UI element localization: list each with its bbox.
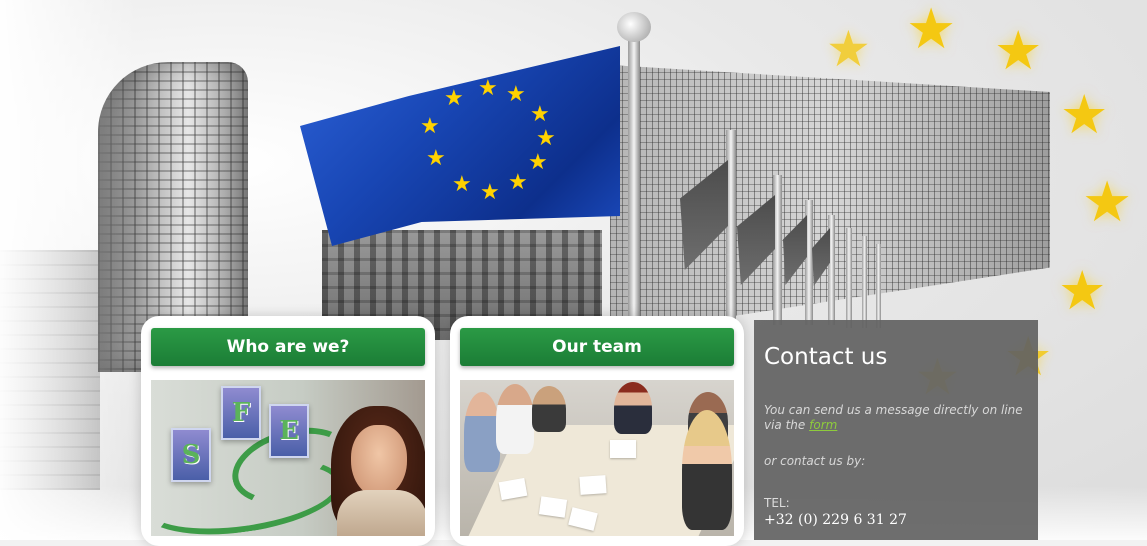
star-icon: ★ — [1082, 170, 1133, 235]
contact-title: Contact us — [764, 344, 888, 370]
person-image — [464, 392, 500, 472]
sfe-logo-block: S — [171, 428, 211, 482]
person-image — [682, 410, 732, 530]
tel-label: TEL: — [764, 496, 790, 510]
paper-image — [538, 496, 568, 518]
person-body-image — [337, 490, 425, 536]
flag-pole — [726, 130, 736, 330]
contact-form-link[interactable]: form — [809, 418, 837, 432]
sfe-logo-letter: E — [279, 416, 299, 446]
flag-pole — [628, 30, 640, 330]
who-are-we-header[interactable]: Who are we? — [151, 328, 425, 366]
flag-pole-cap — [617, 12, 651, 42]
star-icon: ★ — [508, 170, 528, 195]
flag-pole — [846, 228, 852, 328]
contact-message: You can send us a message directly on li… — [764, 403, 1024, 433]
flag-pole — [876, 244, 881, 328]
contact-alternative-text: or contact us by: — [764, 454, 866, 468]
star-icon: ★ — [530, 102, 550, 127]
person-image — [496, 384, 534, 454]
star-icon: ★ — [1060, 83, 1109, 146]
star-icon: ★ — [452, 172, 472, 197]
sfe-logo-letter: F — [231, 398, 251, 428]
contact-message-text: You can send us a message directly on li… — [764, 403, 1023, 432]
our-team-card[interactable]: Our team — [450, 316, 744, 546]
paper-image — [610, 440, 636, 458]
who-are-we-title[interactable]: Who are we? — [227, 337, 350, 357]
side-building-image — [0, 250, 100, 490]
contact-panel: Contact us You can send us a message dir… — [754, 320, 1038, 540]
star-icon: ★ — [536, 126, 556, 151]
star-icon: ★ — [528, 150, 548, 175]
star-icon: ★ — [906, 0, 957, 62]
sfe-logo-block: F — [221, 386, 261, 440]
star-icon: ★ — [506, 82, 526, 107]
who-are-we-card[interactable]: Who are we? S F E — [141, 316, 435, 546]
person-image — [614, 382, 652, 434]
person-image — [532, 386, 566, 432]
tel-number[interactable]: +32 (0) 229 6 31 27 — [764, 512, 907, 528]
star-icon: ★ — [994, 19, 1043, 82]
our-team-header[interactable]: Our team — [460, 328, 734, 366]
star-icon: ★ — [420, 114, 440, 139]
sfe-logo-photo[interactable]: S F E — [151, 380, 425, 536]
star-icon: ★ — [826, 20, 871, 78]
star-icon: ★ — [480, 180, 500, 205]
paper-image — [579, 475, 607, 495]
flag-pole — [862, 236, 867, 328]
sfe-logo-block: E — [269, 404, 309, 458]
our-team-title[interactable]: Our team — [552, 337, 642, 357]
star-icon: ★ — [1058, 259, 1107, 322]
star-icon: ★ — [444, 86, 464, 111]
team-meeting-photo[interactable] — [460, 380, 734, 536]
eu-flag-icon — [300, 46, 620, 246]
person-face-image — [351, 425, 407, 497]
star-icon: ★ — [426, 146, 446, 171]
star-icon: ★ — [478, 76, 498, 101]
sfe-logo-letter: S — [181, 440, 201, 470]
